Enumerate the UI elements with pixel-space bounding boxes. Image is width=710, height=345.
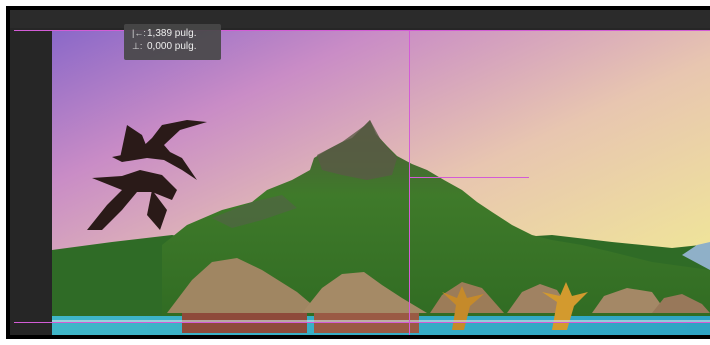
distance-tooltip: |←: 1,389 pulg. ⊥: 0,000 pulg. bbox=[124, 24, 221, 60]
horizontal-distance-value: 1,389 pulg. bbox=[147, 28, 197, 39]
tooltip-horizontal-row: |←: 1,389 pulg. bbox=[132, 27, 221, 40]
vertical-distance-icon: ⊥: bbox=[132, 41, 143, 51]
vertical-distance-value: 0,000 pulg. bbox=[147, 41, 197, 52]
horizontal-distance-icon: |←: bbox=[132, 28, 146, 38]
bottom-edge bbox=[6, 335, 710, 339]
tooltip-vertical-row: ⊥: 0,000 pulg. bbox=[132, 40, 221, 53]
document-image[interactable] bbox=[52, 30, 710, 335]
guide-vertical[interactable] bbox=[409, 30, 410, 336]
guide-horizontal-top[interactable] bbox=[14, 30, 710, 31]
photoshop-workspace: |←: 1,389 pulg. ⊥: 0,000 pulg. bbox=[0, 0, 710, 345]
guide-horizontal-short[interactable] bbox=[409, 177, 529, 178]
image-artwork bbox=[52, 30, 710, 335]
guide-horizontal-bottom[interactable] bbox=[14, 322, 710, 323]
